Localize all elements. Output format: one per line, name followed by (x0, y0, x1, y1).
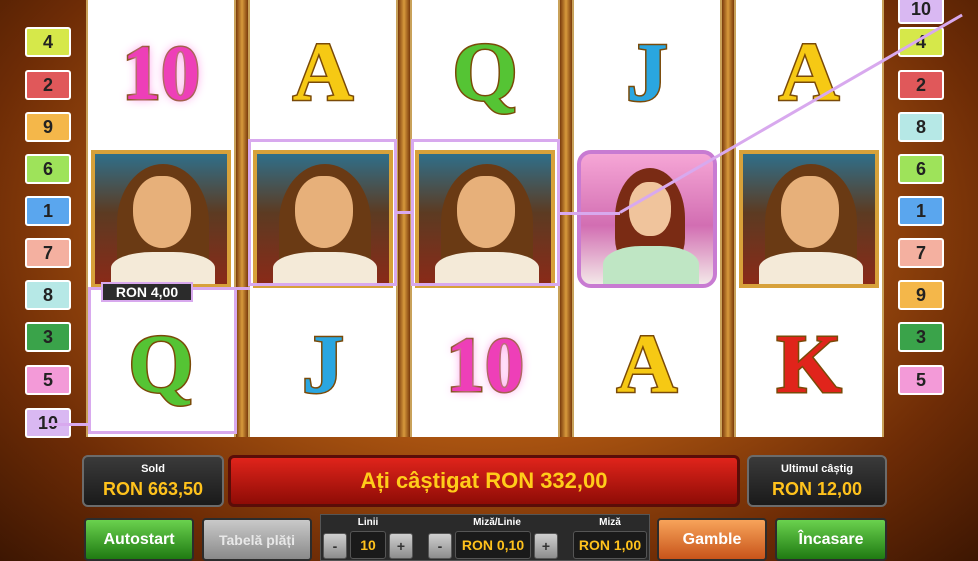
line-indicator-1: 1 (25, 196, 71, 226)
line-indicator-9: 9 (898, 280, 944, 310)
win-message: Ați câștigat RON 332,00 (228, 455, 740, 507)
line-indicator-6: 6 (25, 154, 71, 184)
symbol-A: A (615, 317, 679, 411)
reel-divider (236, 0, 248, 437)
line-indicator-4: 4 (25, 27, 71, 57)
line-indicator-2: 2 (25, 70, 71, 100)
last-win-value: RON 12,00 (771, 479, 863, 499)
reel-1: 10 Q (86, 0, 236, 437)
line-indicator-2: 2 (898, 70, 944, 100)
lines-plus-button[interactable]: + (389, 533, 413, 559)
reel-cell (736, 146, 882, 291)
line-indicator-4: 4 (898, 27, 944, 57)
line-indicator-10: 10 (898, 0, 944, 24)
gamble-button[interactable]: Gamble (657, 518, 767, 561)
symbol-Q: Q (451, 25, 519, 119)
reel-cell: 10 (88, 0, 234, 145)
line-indicator-8: 8 (25, 280, 71, 310)
reel-cell: A (250, 0, 396, 145)
reel-3: Q 10 (410, 0, 560, 437)
line-indicator-3: 3 (25, 322, 71, 352)
balance-value: RON 663,50 (102, 479, 204, 499)
balance-label: Sold (141, 463, 165, 475)
bet-per-line-plus-button[interactable]: + (534, 533, 558, 559)
reel-cell: 10 (412, 292, 558, 437)
reel-cell: Q (412, 0, 558, 145)
reel-divider (560, 0, 572, 437)
total-bet-value: RON 1,00 (573, 531, 647, 559)
line-indicator-8: 8 (898, 112, 944, 142)
last-win-label: Ultimul câștig (780, 463, 854, 475)
bet-per-line-value: RON 0,10 (455, 531, 531, 559)
line-indicator-9: 9 (25, 112, 71, 142)
pirate-symbol (253, 149, 393, 288)
line-indicator-5: 5 (898, 365, 944, 395)
reel-divider (722, 0, 734, 437)
reel-2: AJ (248, 0, 398, 437)
line-indicator-3: 3 (898, 322, 944, 352)
reel-4: JA (572, 0, 722, 437)
pirate-symbol (415, 149, 555, 288)
lines-minus-button[interactable]: - (323, 533, 347, 559)
reel-cell: J (250, 292, 396, 437)
collect-button[interactable]: Încasare (775, 518, 887, 561)
line-indicator-7: 7 (898, 238, 944, 268)
line-win-amount: RON 4,00 (101, 282, 193, 302)
reel-cell: J (574, 0, 720, 145)
total-bet-label: Miză (599, 517, 621, 528)
line-indicator-7: 7 (25, 238, 71, 268)
pirate-symbol (91, 149, 231, 288)
symbol-A: A (291, 25, 355, 119)
symbol-10: 10 (121, 28, 202, 116)
lines-value: 10 (350, 531, 386, 559)
payline (397, 211, 411, 214)
reels-area: 10 Q A J Q 10 J A A K (86, 0, 884, 437)
bet-per-line-label: Miză/Linie (473, 517, 521, 528)
reel-cell: K (736, 292, 882, 437)
paytable-button[interactable]: Tabelă plăți (202, 518, 312, 561)
payline (46, 423, 90, 426)
autostart-button[interactable]: Autostart (84, 518, 194, 561)
reel-5: AK (734, 0, 884, 437)
symbol-10: 10 (445, 320, 526, 408)
bet-per-line-minus-button[interactable]: - (428, 533, 452, 559)
lines-label: Linii (357, 517, 379, 528)
pirate-symbol (739, 149, 879, 288)
reel-cell (250, 146, 396, 291)
last-win-panel: Ultimul câștig RON 12,00 (747, 455, 887, 507)
reel-cell: Q (88, 292, 234, 437)
reel-cell: A (574, 292, 720, 437)
symbol-Q: Q (127, 317, 195, 411)
symbol-J: J (301, 317, 346, 411)
payline (560, 212, 620, 215)
line-indicator-6: 6 (898, 154, 944, 184)
reel-cell (412, 146, 558, 291)
symbol-K: K (775, 317, 843, 411)
symbol-J: J (625, 25, 670, 119)
reel-divider (398, 0, 410, 437)
line-indicator-5: 5 (25, 365, 71, 395)
balance-panel: Sold RON 663,50 (82, 455, 224, 507)
slot-machine: 42961783510 10428617935 10QAJQ10JAAK RON… (0, 0, 978, 561)
payline (236, 287, 250, 290)
line-indicator-1: 1 (898, 196, 944, 226)
reel-cell (88, 146, 234, 291)
